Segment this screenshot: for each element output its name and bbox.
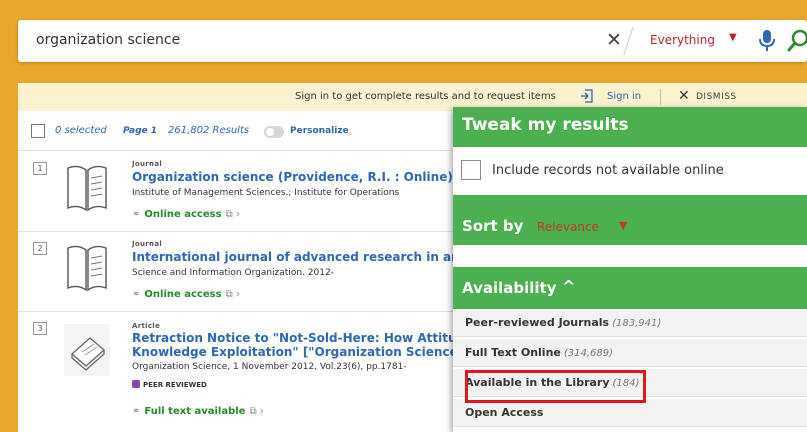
peer-reviewed-badge: PEER REVIEWED — [132, 380, 207, 389]
link-icon: ⚭ — [132, 406, 141, 417]
sign-in-icon[interactable] — [580, 89, 593, 103]
result-number: 2 — [33, 242, 47, 255]
journal-icon — [67, 245, 107, 292]
peer-reviewed-label: PEER REVIEWED — [143, 381, 207, 389]
microphone-icon[interactable] — [756, 29, 778, 53]
result-title[interactable]: Organization science (Providence, R.I. :… — [132, 170, 453, 184]
result-type: Journal — [132, 160, 163, 168]
clear-search-icon[interactable]: ✕ — [606, 29, 622, 51]
link-icon: ⚭ — [132, 289, 141, 300]
online-access-link[interactable]: ⚭ Online access ⧉ › — [132, 209, 240, 220]
link-icon: ⚭ — [132, 209, 141, 220]
sort-by-label: Sort by — [462, 217, 524, 235]
facet-name: Open Access — [465, 406, 544, 419]
result-count: 261,802 Results — [168, 125, 250, 136]
external-link-icon: ⧉ › — [225, 209, 240, 220]
dismiss-button[interactable]: DISMISS — [696, 92, 737, 102]
result-source: Organization Science, 1 November 2012, V… — [132, 362, 407, 372]
highlight-box — [465, 370, 646, 403]
online-access-link[interactable]: ⚭ Online access ⧉ › — [132, 289, 240, 300]
external-link-icon: ⧉ › — [249, 406, 264, 417]
result-type: Article — [132, 322, 161, 330]
search-bar[interactable]: organization science ✕ Everything ▼ — [18, 20, 807, 62]
result-title-line2[interactable]: Knowledge Exploitation" ["Organization S… — [132, 345, 464, 359]
facet-name: Full Text Online — [465, 346, 561, 359]
chevron-up-icon[interactable]: ^ — [562, 277, 575, 296]
facet-count: (314,689) — [563, 348, 614, 359]
personalize-toggle[interactable] — [264, 126, 284, 138]
result-title-line1[interactable]: Retraction Notice to "Not-Sold-Here: How… — [132, 331, 465, 345]
search-icon[interactable] — [786, 28, 807, 54]
facet-label: Open Access — [465, 406, 546, 419]
include-offline-row[interactable]: Include records not available online — [453, 147, 807, 195]
search-divider — [623, 26, 634, 56]
panel-title: Tweak my results — [453, 107, 807, 147]
select-all-checkbox[interactable] — [31, 124, 45, 138]
facet-count: (183,941) — [612, 318, 662, 329]
result-type: Journal — [132, 240, 163, 248]
sign-in-link[interactable]: Sign in — [607, 91, 641, 102]
external-link-icon: ⧉ › — [225, 289, 240, 300]
facet-name: Peer-reviewed Journals — [465, 316, 610, 329]
search-input[interactable]: organization science — [36, 32, 180, 48]
search-scope-select[interactable]: Everything — [650, 33, 715, 47]
result-title[interactable]: International journal of advanced resear… — [132, 250, 467, 264]
facet-full-text-online[interactable]: Full Text Online (314,689) — [453, 339, 807, 367]
facet-peer-reviewed[interactable]: Peer-reviewed Journals (183,941) — [453, 309, 807, 337]
peer-reviewed-icon — [132, 380, 140, 388]
result-source: Science and Information Organization. 20… — [132, 268, 334, 278]
facet-open-access[interactable]: Open Access — [453, 399, 807, 427]
availability-label[interactable]: Availability — [462, 279, 557, 297]
result-number: 1 — [33, 162, 47, 175]
selected-count: 0 selected — [55, 125, 107, 136]
full-text-link[interactable]: ⚭ Full text available ⧉ › — [132, 406, 264, 417]
include-offline-label[interactable]: Include records not available online — [492, 163, 724, 178]
article-icon — [64, 324, 110, 376]
divider — [660, 89, 661, 105]
full-text-label: Full text available — [144, 406, 246, 417]
chevron-down-icon[interactable]: ▼ — [619, 219, 627, 232]
online-access-label: Online access — [144, 289, 222, 300]
page-number: Page 1 — [123, 126, 158, 136]
close-icon[interactable]: ✕ — [678, 88, 690, 104]
sort-by-section: Sort by Relevance ▼ — [453, 195, 807, 245]
result-source: Institute of Management Sciences.; Insti… — [132, 188, 400, 198]
sort-by-select[interactable]: Relevance — [537, 220, 599, 234]
personalize-label[interactable]: Personalize — [290, 126, 349, 136]
signin-message: Sign in to get complete results and to r… — [295, 91, 556, 102]
availability-header[interactable]: Availability ^ — [453, 267, 807, 309]
journal-icon — [67, 165, 107, 212]
include-offline-checkbox[interactable] — [461, 160, 481, 180]
facet-label: Full Text Online (314,689) — [465, 346, 613, 359]
chevron-down-icon[interactable]: ▼ — [729, 32, 737, 43]
result-number: 3 — [33, 322, 47, 335]
facet-label: Peer-reviewed Journals (183,941) — [465, 316, 661, 329]
online-access-label: Online access — [144, 209, 222, 220]
